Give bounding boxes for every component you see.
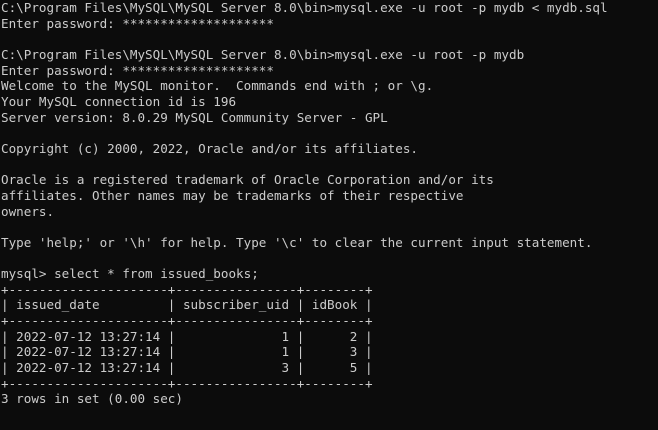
terminal-line: Enter password: ********************	[1, 15, 274, 31]
terminal-window[interactable]: C:\Program Files\MySQL\MySQL Server 8.0\…	[0, 0, 658, 430]
terminal-line: | 2022-07-12 13:27:14 | 1 | 3 |	[1, 344, 373, 360]
terminal-line: | 2022-07-12 13:27:14 | 1 | 2 |	[1, 328, 373, 344]
terminal-line: Enter password: ********************	[1, 62, 274, 78]
terminal-line: Welcome to the MySQL monitor. Commands e…	[1, 78, 434, 94]
terminal-line: +---------------------+----------------+…	[1, 313, 373, 329]
terminal-line: C:\Program Files\MySQL\MySQL Server 8.0\…	[1, 46, 525, 62]
terminal-line: affiliates. Other names may be trademark…	[1, 187, 464, 203]
terminal-line: Copyright (c) 2000, 2022, Oracle and/or …	[1, 140, 419, 156]
terminal-line: Your MySQL connection id is 196	[1, 93, 237, 109]
terminal-line: owners.	[1, 203, 55, 219]
terminal-line: mysql> select * from issued_books;	[1, 266, 259, 282]
terminal-line: Type 'help;' or '\h' for help. Type '\c'…	[1, 234, 593, 250]
terminal-line: +---------------------+----------------+…	[1, 375, 373, 391]
terminal-line: Oracle is a registered trademark of Orac…	[1, 172, 494, 188]
terminal-line: 3 rows in set (0.00 sec)	[1, 391, 183, 407]
terminal-line: Server version: 8.0.29 MySQL Community S…	[1, 109, 388, 125]
terminal-line: +---------------------+----------------+…	[1, 281, 373, 297]
terminal-line: | issued_date | subscriber_uid | idBook …	[1, 297, 373, 313]
terminal-line: C:\Program Files\MySQL\MySQL Server 8.0\…	[1, 0, 608, 15]
terminal-line: | 2022-07-12 13:27:14 | 3 | 5 |	[1, 360, 373, 376]
